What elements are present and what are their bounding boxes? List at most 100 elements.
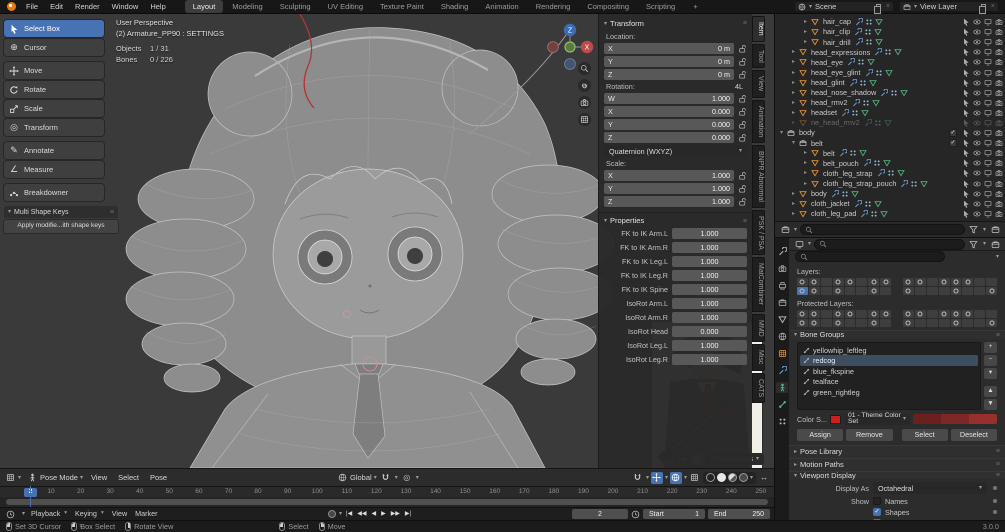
group-colors-checkbox[interactable] <box>873 519 881 520</box>
selectable-pointer-icon[interactable] <box>962 99 970 107</box>
object-name[interactable]: cloth_jacket <box>811 200 850 208</box>
transform-panel-header[interactable]: ▾ Transform ≡ <box>604 17 747 30</box>
tab-output[interactable] <box>776 280 788 291</box>
transform-gizmo-toggle-icon[interactable] <box>650 471 663 484</box>
editor-type-selector[interactable]: ▾ <box>4 472 21 484</box>
layer-toggle[interactable] <box>797 287 808 296</box>
viewport-3d[interactable]: Select Box ⊕ Cursor Move Rotate Scale ◎ Tr… <box>0 14 774 468</box>
filter-funnel-icon[interactable] <box>968 238 980 250</box>
expand-arrow-icon[interactable]: ▸ <box>802 150 809 156</box>
viewport-visibility-icon[interactable] <box>984 89 992 97</box>
render-visibility-icon[interactable] <box>995 89 1003 97</box>
overlays-toggle-icon[interactable] <box>669 471 682 484</box>
outliner-row[interactable]: ▸ cloth_leg_strap ✓ <box>775 168 1005 178</box>
workspace-tab[interactable]: UV Editing <box>320 0 371 13</box>
viewport-visibility-icon[interactable] <box>984 180 992 188</box>
ortho-grid-icon[interactable] <box>578 113 591 126</box>
bone-group-item[interactable]: tealface <box>800 376 978 387</box>
pan-hand-icon[interactable] <box>578 79 591 92</box>
rotation-field[interactable]: X 0.000 <box>604 105 734 117</box>
animate-dot-icon[interactable] <box>993 499 997 504</box>
hide-eye-icon[interactable] <box>973 109 981 117</box>
viewport-visibility-icon[interactable] <box>984 58 992 66</box>
solid-shading-icon[interactable] <box>716 473 726 482</box>
expand-arrow-icon[interactable]: ▸ <box>790 211 797 217</box>
outliner-row[interactable]: ▸ head_eye_glint ✓ <box>775 67 1005 77</box>
panel-header[interactable]: ▾ Multi Shape Keys ≡ <box>4 206 118 218</box>
tool-measure[interactable]: ∠ Measure <box>4 161 104 178</box>
expand-arrow-icon[interactable]: ▸ <box>802 29 809 35</box>
move-group-down-button[interactable]: ▼ <box>984 398 997 410</box>
outliner-row[interactable]: ▾ belt ✓ <box>775 138 1005 148</box>
protected-layer-toggle[interactable] <box>832 319 844 328</box>
select-color-swatch[interactable] <box>941 414 969 425</box>
expand-arrow-icon[interactable]: ▸ <box>790 191 797 197</box>
hide-eye-icon[interactable] <box>973 48 981 56</box>
object-name[interactable]: head_glint <box>811 79 845 87</box>
render-visibility-icon[interactable] <box>995 109 1003 117</box>
armature-search-input[interactable] <box>795 251 945 262</box>
property-value-field[interactable]: 1.000 <box>672 312 747 324</box>
outliner-row[interactable]: ▸ hair_clip ✓ <box>775 27 1005 37</box>
expand-arrow-icon[interactable]: ▸ <box>790 59 797 65</box>
protected-layer-toggle[interactable] <box>974 310 986 319</box>
expand-header-icon[interactable]: ↔ <box>758 472 770 484</box>
hide-eye-icon[interactable] <box>973 159 981 167</box>
timeline-menu[interactable]: Marker <box>135 510 157 517</box>
workspace-tab[interactable]: Animation <box>477 0 526 13</box>
protected-layer-toggle[interactable] <box>844 319 856 328</box>
outliner-row[interactable]: ▸ belt ✓ <box>775 148 1005 158</box>
next-keyframe-button[interactable]: ▶▶ <box>390 510 401 518</box>
bone-group-item[interactable]: blue_fkspine <box>800 366 978 377</box>
render-visibility-icon[interactable] <box>995 38 1003 46</box>
layer-toggle[interactable] <box>868 287 880 296</box>
render-visibility-icon[interactable] <box>995 139 1003 147</box>
expand-arrow-icon[interactable]: ▾ <box>790 140 797 146</box>
workspace-tab[interactable]: Texture Paint <box>372 0 432 13</box>
scrollbar-thumb[interactable] <box>6 499 768 505</box>
hide-eye-icon[interactable] <box>973 99 981 107</box>
protected-layer-toggle[interactable] <box>903 310 914 319</box>
blender-logo-icon[interactable] <box>7 2 16 11</box>
protected-layer-toggle[interactable] <box>986 310 997 319</box>
protected-layer-toggle[interactable] <box>808 319 820 328</box>
timeline-ruler[interactable]: 2 10203040506070809010011012013014015016… <box>0 486 774 497</box>
viewport-visibility-icon[interactable] <box>984 149 992 157</box>
viewport-visibility-icon[interactable] <box>984 99 992 107</box>
tool-select-box[interactable]: Select Box <box>4 20 104 37</box>
active-color-swatch[interactable] <box>969 414 997 425</box>
object-name[interactable]: hair_cap <box>823 18 851 26</box>
material-shading-icon[interactable] <box>727 473 737 482</box>
hide-eye-icon[interactable] <box>973 89 981 97</box>
viewport-visibility-icon[interactable] <box>984 129 992 137</box>
menu-file[interactable]: File <box>21 1 43 13</box>
layer-toggle[interactable] <box>962 278 974 287</box>
timeline-menu[interactable]: View <box>112 510 127 517</box>
protected-layer-toggle[interactable] <box>797 310 808 319</box>
viewport-visibility-icon[interactable] <box>984 109 992 117</box>
object-name[interactable]: cloth_leg_strap <box>823 169 873 177</box>
tab-object-data[interactable] <box>776 382 788 393</box>
scene-selector[interactable]: ▾ Scene × <box>794 1 894 14</box>
filter-funnel-icon[interactable] <box>968 224 980 236</box>
n-panel-tab[interactable]: Item <box>752 16 765 42</box>
viewport-visibility-icon[interactable] <box>984 119 992 127</box>
object-name[interactable]: head_rmv2 <box>811 99 848 107</box>
render-visibility-icon[interactable] <box>995 180 1003 188</box>
play-button[interactable]: ▶ <box>380 510 387 518</box>
layer-toggle[interactable] <box>832 278 844 287</box>
protected-layer-toggle[interactable] <box>856 319 868 328</box>
new-scene-icon[interactable] <box>874 3 882 14</box>
properties-panel-header[interactable]: ▾ Properties ≡ <box>604 215 747 228</box>
menu-view[interactable]: View <box>88 472 110 484</box>
lock-icon[interactable] <box>738 57 747 66</box>
names-checkbox[interactable] <box>873 497 881 506</box>
protected-layer-toggle[interactable] <box>974 319 986 328</box>
menu-pose[interactable]: Pose <box>147 472 170 484</box>
workspace-tab[interactable]: Sculpting <box>272 0 319 13</box>
layer-toggle[interactable] <box>914 287 926 296</box>
deselect-button[interactable]: Deselect <box>950 428 997 441</box>
wireframe-shading-icon[interactable] <box>705 473 715 482</box>
assign-button[interactable]: Assign <box>797 428 844 441</box>
protected-layer-toggle[interactable] <box>950 319 962 328</box>
